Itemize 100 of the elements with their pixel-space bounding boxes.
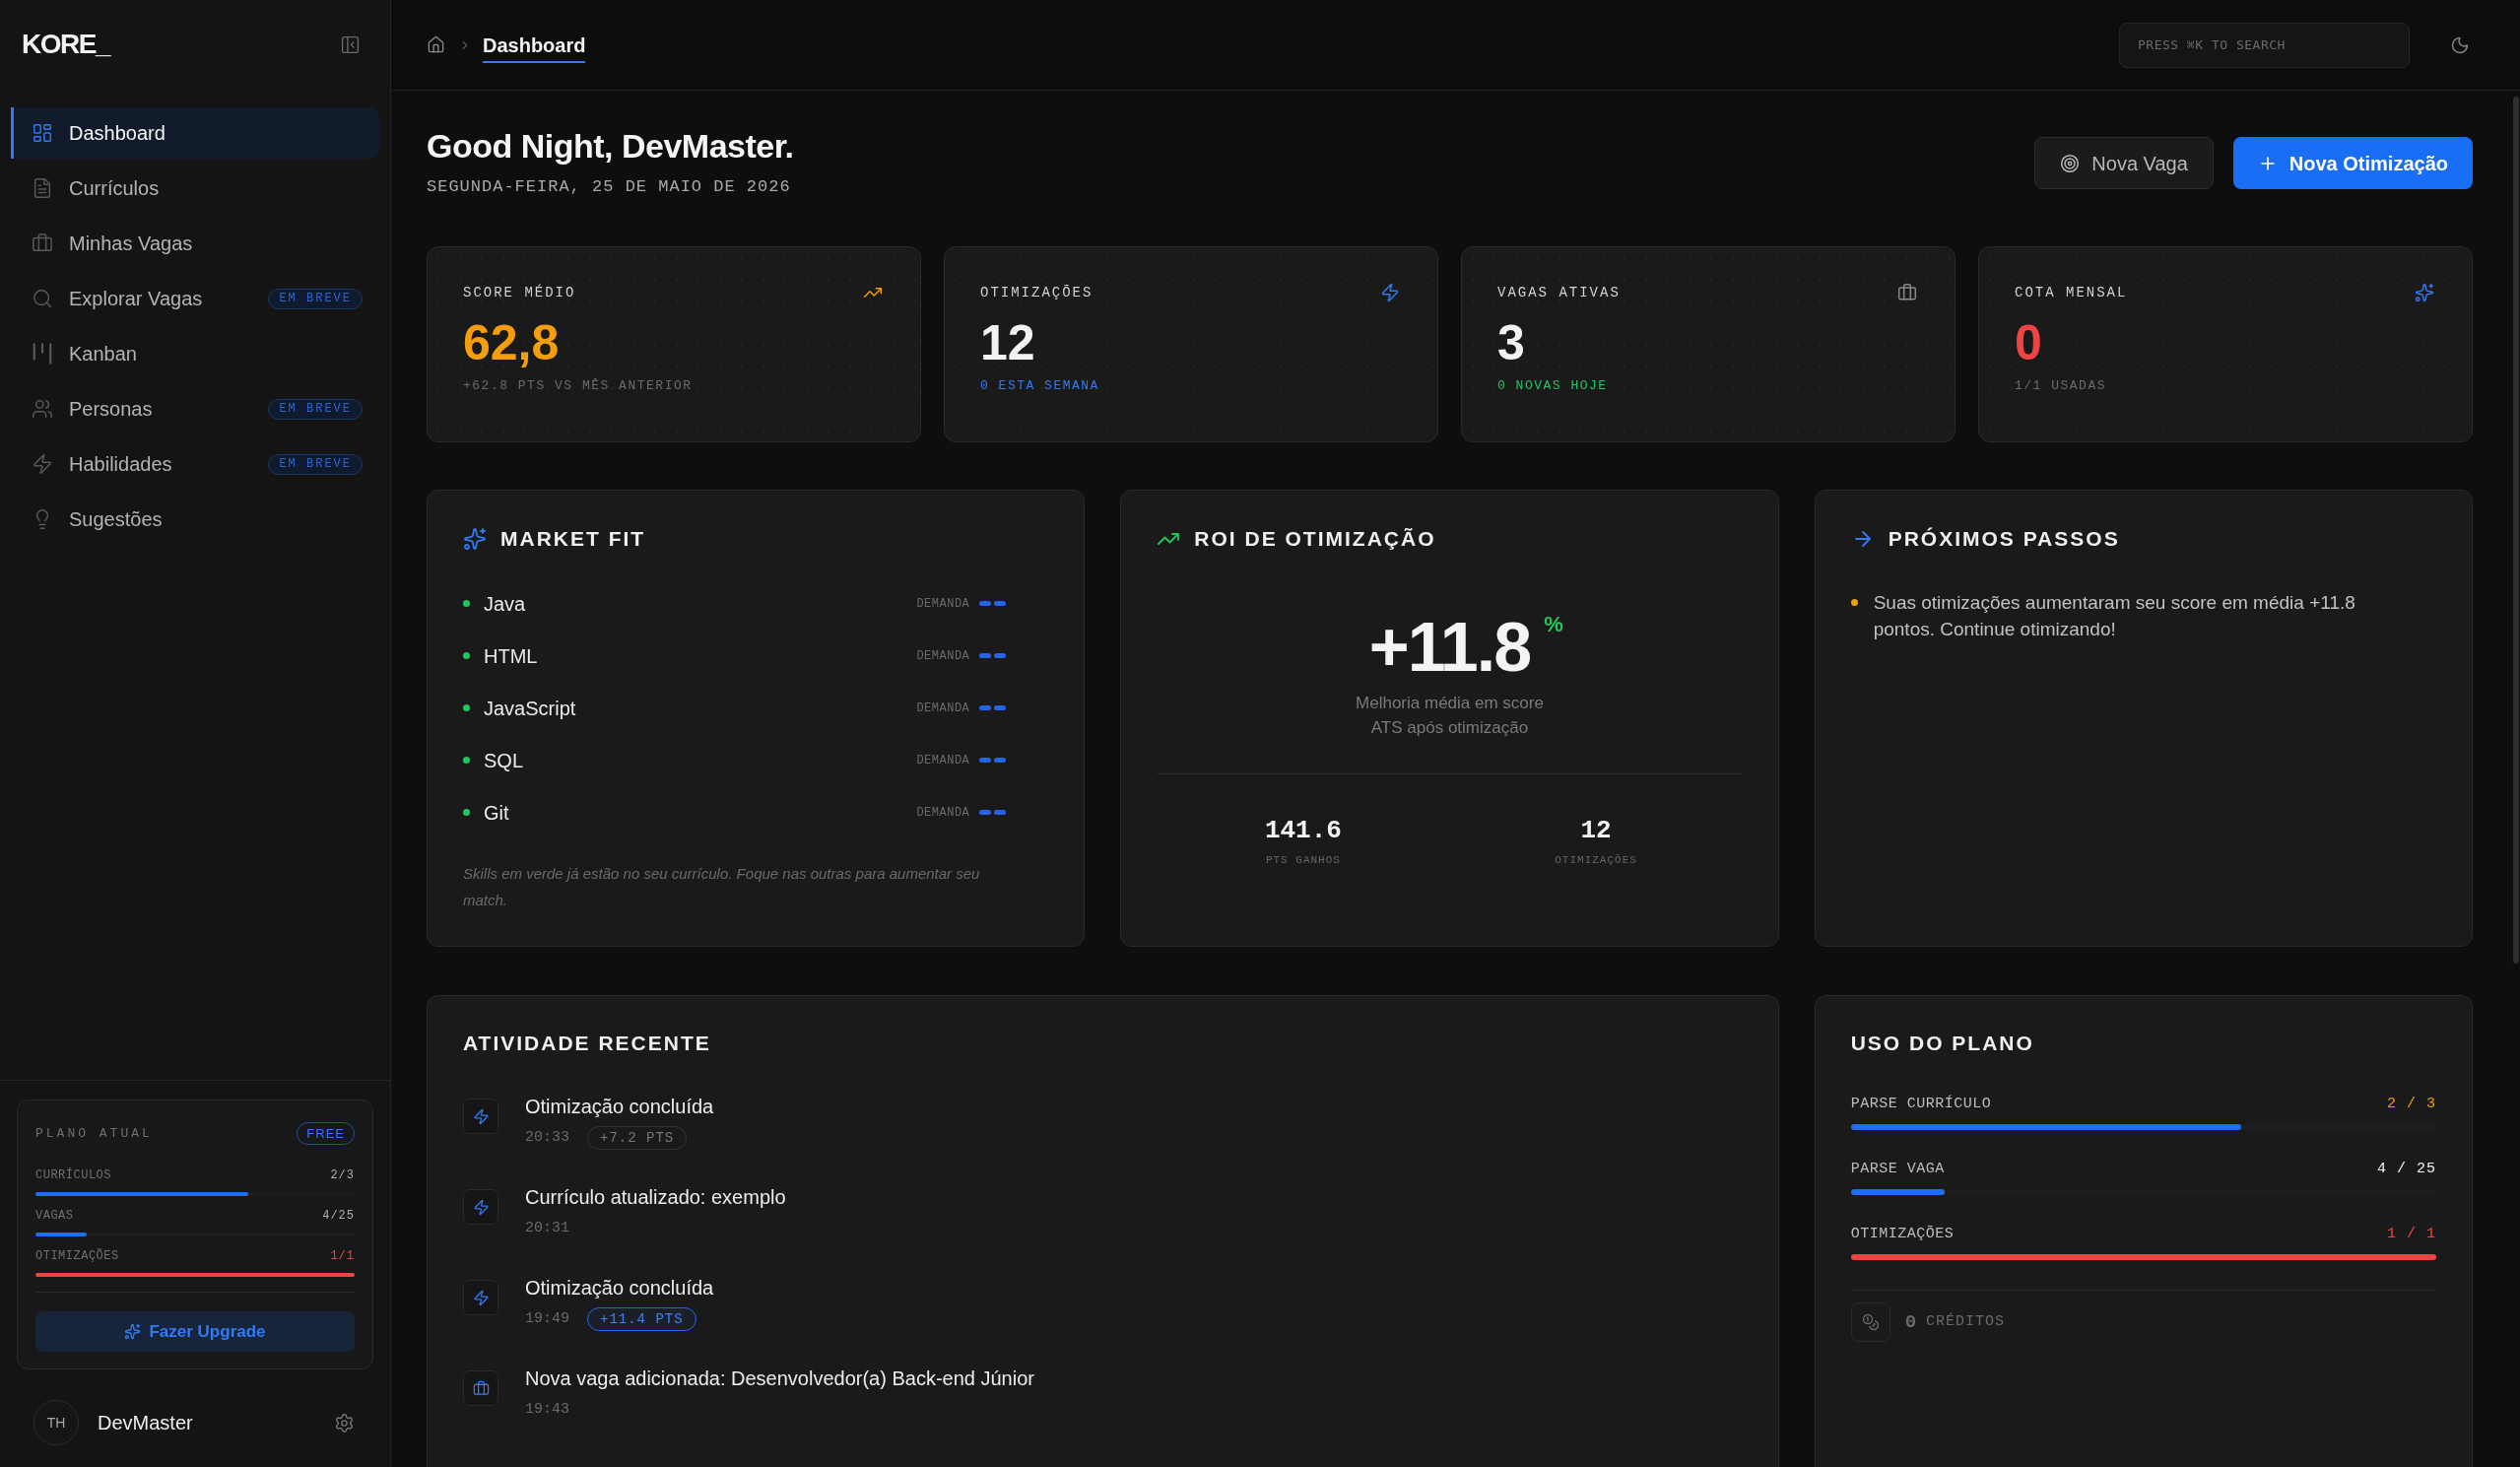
activity-time: 19:43 [525, 1399, 569, 1420]
sidebar-nav-item[interactable]: Kanban [11, 328, 379, 379]
card-title: PRÓXIMOS PASSOS [1888, 526, 2120, 553]
usage-label: OTIMIZAÇÕES [35, 1247, 119, 1265]
sidebar-nav-item[interactable]: Minhas Vagas [11, 218, 379, 269]
stat-note: +62.8 PTS VS MÊS ANTERIOR [463, 377, 693, 395]
card-title: MARKET FIT [500, 526, 646, 553]
demand-label: DEMANDA [916, 647, 970, 665]
new-job-button[interactable]: Nova Vaga [2034, 137, 2214, 189]
briefcase-icon [472, 1379, 490, 1397]
demand-meter-icon [979, 810, 1007, 815]
briefcase-icon [1897, 283, 1917, 302]
stat-value: 3 [1497, 315, 1525, 370]
demand-meter-icon [979, 601, 1007, 606]
settings-button[interactable] [333, 1412, 355, 1434]
target-icon [2060, 153, 2081, 173]
roi-value: +11.8 [1368, 610, 1531, 685]
sidebar-nav-item[interactable]: Habilidades EM BREVE [11, 438, 379, 490]
skill-name: HTML [484, 643, 538, 669]
activity-title: Nova vaga adicionada: Desenvolvedor(a) Back-end Júnior [525, 1367, 1034, 1391]
greeting-title: Good Night, DevMaster. [427, 126, 794, 167]
lightning-icon [472, 1107, 490, 1125]
document-icon [32, 177, 53, 199]
stat-note: 0 NOVAS HOJE [1497, 377, 1608, 395]
dashboard-grid-icon [32, 122, 53, 144]
scrollbar-thumb[interactable] [2513, 97, 2519, 964]
demand-label: DEMANDA [916, 752, 970, 769]
usage-label: PARSE VAGA [1850, 1159, 1945, 1179]
sparkles-icon [2415, 283, 2434, 302]
usage-value: 4/25 [322, 1208, 355, 1225]
usage-value: 1 / 1 [2386, 1224, 2436, 1244]
plan-card-title: PLANO ATUAL [35, 1124, 153, 1143]
card-title: ROI DE OTIMIZAÇÃO [1194, 526, 1436, 553]
card-title: USO DO PLANO [1850, 1031, 2034, 1056]
user-name: DevMaster [98, 1411, 193, 1435]
usage-value: 2/3 [330, 1167, 355, 1184]
briefcase-icon [32, 233, 53, 254]
moon-icon [2450, 34, 2470, 55]
sparkles-icon [124, 1323, 142, 1340]
skill-name: JavaScript [484, 696, 576, 721]
collapse-panel-icon [339, 33, 361, 55]
sidebar-nav-item[interactable]: Sugestões [11, 494, 379, 545]
stat-label: SCORE MÉDIO [463, 283, 576, 302]
activity-title: Currículo atualizado: exemplo [525, 1185, 786, 1210]
next-step-text: Suas otimizações aumentaram seu score em média +11.8 pontos. Continue otimizando! [1873, 591, 2356, 641]
new-optimization-button[interactable]: Nova Otimização [2232, 137, 2473, 189]
breadcrumb-current[interactable]: Dashboard [483, 27, 586, 63]
stat-label: COTA MENSAL [2015, 283, 2128, 302]
coming-soon-badge: EM BREVE [268, 453, 363, 475]
activity-time: 20:33 [525, 1127, 569, 1148]
demand-label: DEMANDA [916, 804, 970, 822]
users-icon [32, 398, 53, 420]
stat-note: 1/1 USADAS [2015, 377, 2106, 395]
user-avatar: TH [33, 1400, 79, 1445]
collapse-sidebar-button[interactable] [339, 33, 361, 55]
points-badge: +11.4 PTS [587, 1307, 696, 1331]
demand-meter-icon [979, 758, 1007, 763]
sidebar-nav-item[interactable]: Explorar Vagas EM BREVE [11, 273, 379, 324]
credits-amount: 0 [1904, 1309, 1917, 1335]
skill-name: Java [484, 591, 526, 617]
demand-label: DEMANDA [916, 700, 970, 717]
settings-icon [333, 1412, 355, 1434]
stat-label: VAGAS ATIVAS [1497, 283, 1621, 302]
activity-time: 20:31 [525, 1218, 569, 1238]
usage-value: 4 / 25 [2376, 1159, 2436, 1179]
activity-title: Otimização concluída [525, 1095, 714, 1119]
usage-label: PARSE CURRÍCULO [1850, 1094, 1992, 1114]
lightning-icon [32, 453, 53, 475]
activity-time: 19:49 [525, 1308, 569, 1329]
sidebar-nav-item[interactable]: Dashboard [11, 107, 379, 159]
stat-label: OTIMIZAÇÕES [980, 283, 1094, 302]
upgrade-button[interactable]: Fazer Upgrade [35, 1311, 355, 1352]
sidebar-nav-item[interactable]: Currículos [11, 163, 379, 214]
sidebar-nav-item[interactable]: Personas EM BREVE [11, 383, 379, 434]
skill-name: SQL [484, 748, 524, 773]
roi-stat-value: 12 [1580, 815, 1612, 846]
roi-unit: % [1544, 611, 1563, 638]
activity-title: Otimização concluída [525, 1276, 714, 1300]
usage-label: OTIMIZAÇÕES [1850, 1224, 1955, 1244]
usage-value: 2 / 3 [2386, 1094, 2436, 1114]
search-field[interactable]: PRESS ⌘K TO SEARCH [2119, 22, 2410, 68]
roi-caption: Melhoria média em score ATS após otimização [1355, 693, 1545, 739]
coins-icon [1861, 1313, 1880, 1331]
coming-soon-badge: EM BREVE [268, 398, 363, 420]
skill-name: Git [484, 800, 509, 826]
sparkles-icon [463, 527, 487, 551]
lightning-icon [472, 1289, 490, 1306]
coming-soon-badge: EM BREVE [268, 288, 363, 309]
demand-meter-icon [979, 705, 1007, 710]
roi-stat-label: OTIMIZAÇÕES [1555, 853, 1637, 867]
card-title: ATIVIDADE RECENTE [463, 1031, 711, 1056]
demand-label: DEMANDA [916, 595, 970, 613]
logo: KORE_ [22, 31, 109, 58]
search-icon [32, 288, 53, 309]
home-icon[interactable] [427, 35, 445, 54]
roi-stat-label: PTS GANHOS [1265, 853, 1341, 867]
stat-note: 0 ESTA SEMANA [980, 377, 1099, 395]
demand-meter-icon [979, 653, 1007, 658]
stat-value: 12 [980, 315, 1035, 370]
roi-stat-value: 141.6 [1264, 815, 1342, 846]
